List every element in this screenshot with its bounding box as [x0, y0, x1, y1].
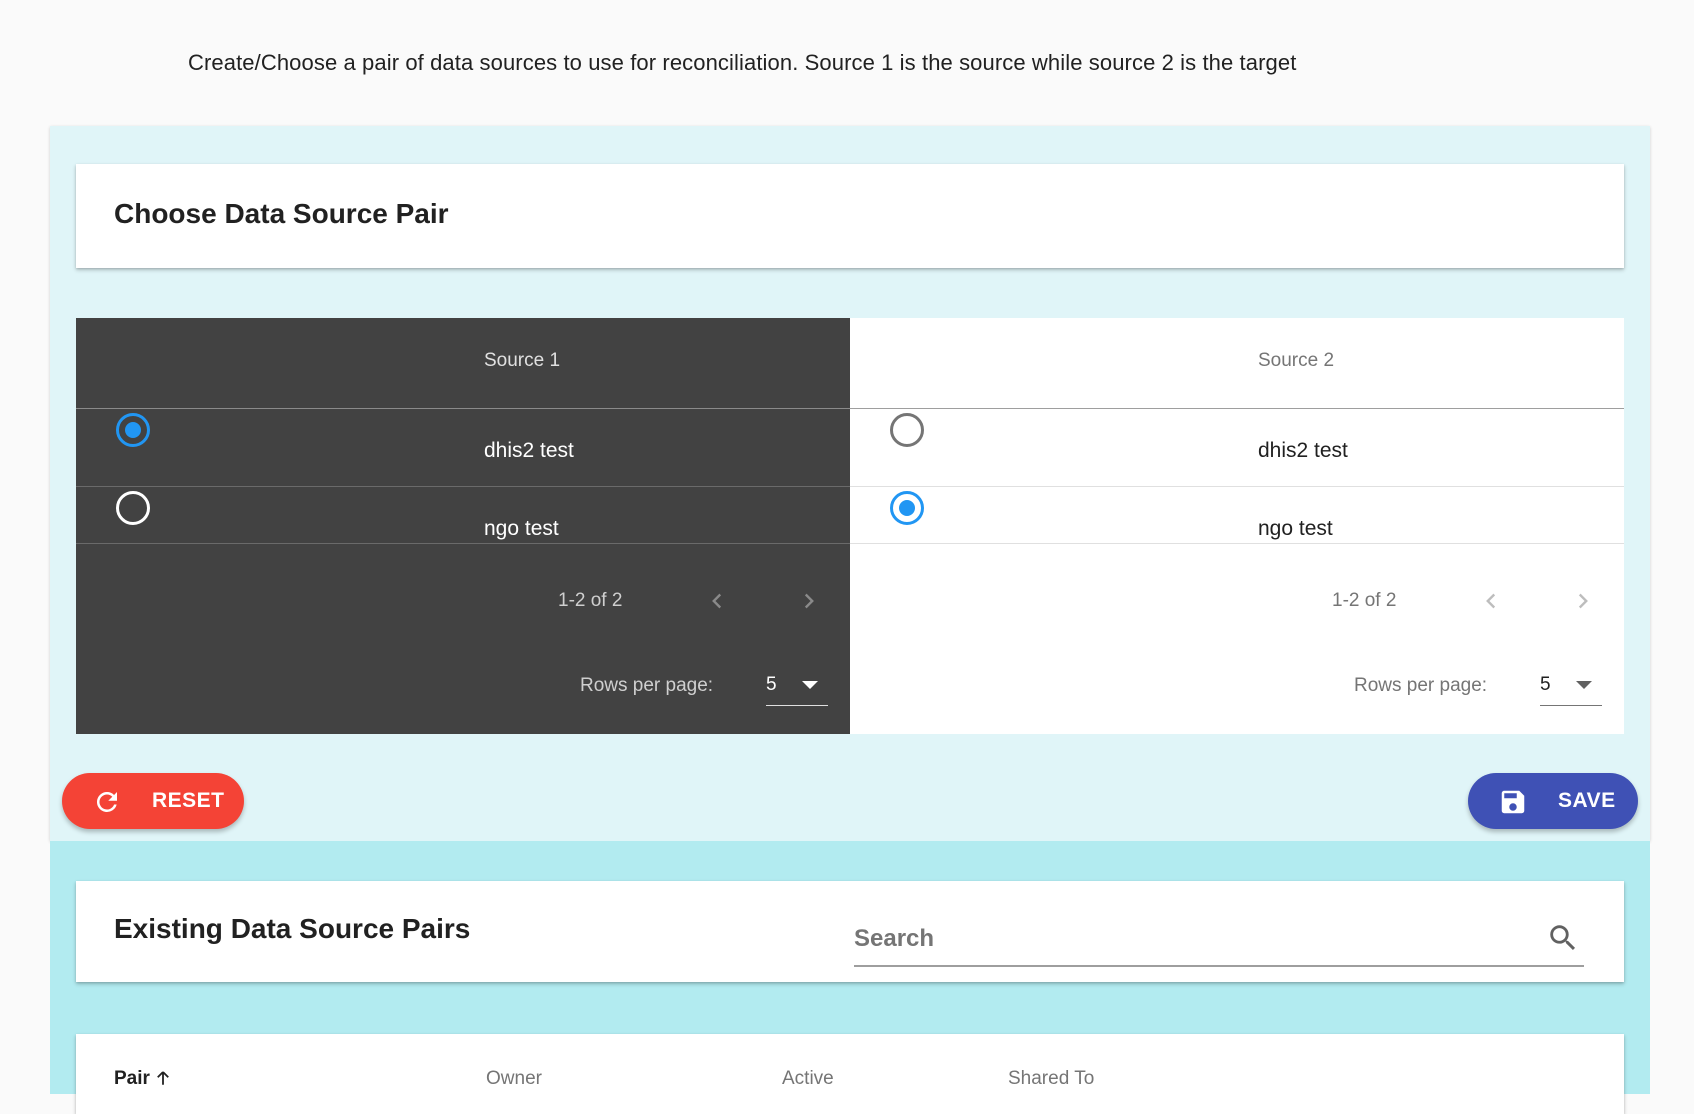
source1-radio-ngo[interactable] [116, 491, 150, 525]
search-input[interactable]: Search [854, 917, 1584, 967]
source2-pagination-text: 1-2 of 2 [1332, 590, 1397, 611]
source1-rows-per-page-label: Rows per page: [580, 675, 714, 696]
existing-pairs-title: Existing Data Source Pairs [114, 913, 471, 944]
source1-header-label: Source 1 [484, 350, 561, 371]
source2-next-page-icon[interactable] [1568, 586, 1598, 616]
save-button[interactable]: SAVE [1468, 773, 1638, 829]
search-icon[interactable] [1546, 921, 1580, 955]
source1-table-header: Source 1 [76, 318, 850, 409]
reset-button-label: RESET [152, 789, 225, 812]
column-header-active[interactable]: Active [782, 1068, 834, 1090]
source2-row-label: dhis2 test [1258, 439, 1348, 462]
choose-pair-header-card: Choose Data Source Pair [76, 164, 1624, 268]
choose-pair-title: Choose Data Source Pair [114, 198, 449, 229]
source2-row-ngo[interactable]: ngo test [850, 487, 1624, 544]
save-button-label: SAVE [1558, 789, 1616, 812]
sort-arrow-up-icon [157, 1071, 169, 1085]
source2-row-label: ngo test [1258, 517, 1333, 540]
source2-table-header: Source 2 [850, 318, 1624, 409]
source1-row-label: ngo test [484, 517, 559, 540]
source1-radio-dhis2[interactable] [116, 413, 150, 447]
instructions-text: Create/Choose a pair of data sources to … [188, 50, 1297, 75]
caret-down-icon [1576, 681, 1592, 689]
column-header-shared-to[interactable]: Shared To [1008, 1068, 1094, 1090]
source1-table: Source 1 dhis2 test ngo test 1-2 of 2 Ro… [76, 318, 850, 734]
column-header-pair[interactable]: Pair [114, 1068, 172, 1090]
refresh-icon [96, 792, 117, 812]
caret-down-icon [802, 681, 818, 689]
floppy-disk-icon [1501, 790, 1525, 814]
column-header-pair-label: Pair [114, 1068, 150, 1089]
source1-next-page-icon[interactable] [794, 586, 824, 616]
source2-rows-per-page-value: 5 [1540, 674, 1551, 695]
source1-row-label: dhis2 test [484, 439, 574, 462]
source2-rows-per-page-select[interactable]: 5 [1540, 666, 1602, 706]
source2-radio-dhis2[interactable] [890, 413, 924, 447]
source2-row-dhis2[interactable]: dhis2 test [850, 409, 1624, 487]
search-placeholder: Search [854, 925, 935, 952]
source2-table: Source 2 dhis2 test ngo test 1-2 of 2 Ro… [850, 318, 1624, 734]
source2-rows-per-page-label: Rows per page: [1354, 675, 1488, 696]
source1-prev-page-icon[interactable] [702, 586, 732, 616]
reset-button[interactable]: RESET [62, 773, 244, 829]
source2-header-label: Source 2 [1258, 350, 1335, 371]
column-header-owner[interactable]: Owner [486, 1068, 542, 1090]
existing-pairs-header-card: Existing Data Source Pairs Search [76, 881, 1624, 982]
source1-pagination-text: 1-2 of 2 [558, 590, 623, 611]
source2-radio-ngo[interactable] [890, 491, 924, 525]
source2-prev-page-icon[interactable] [1476, 586, 1506, 616]
source1-row-ngo[interactable]: ngo test [76, 487, 850, 544]
source1-row-dhis2[interactable]: dhis2 test [76, 409, 850, 487]
pairs-table: Pair Owner Active Shared To [76, 1034, 1624, 1114]
source1-rows-per-page-select[interactable]: 5 [766, 666, 828, 706]
source1-rows-per-page-value: 5 [766, 674, 777, 695]
